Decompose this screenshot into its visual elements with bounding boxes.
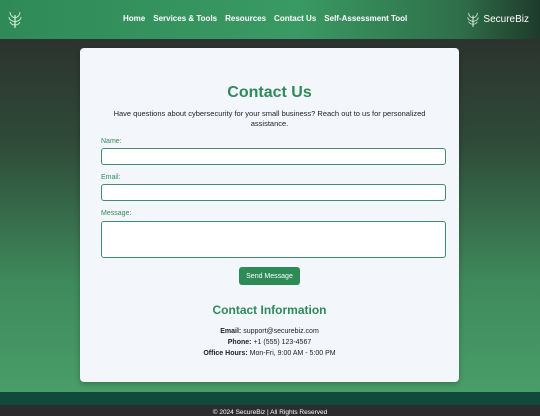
contact-email-value: support@securebiz.com <box>243 328 319 335</box>
page-title: Contact Us <box>227 84 312 101</box>
contact-card: Contact Us Have questions about cybersec… <box>80 48 459 382</box>
nav-link-resources[interactable]: Resources <box>225 14 266 23</box>
brand-leaf-icon <box>467 12 480 27</box>
contact-phone-label: Phone: <box>227 339 252 346</box>
message-label: Message: <box>101 210 132 217</box>
contact-hours-label: Office Hours: <box>203 350 248 357</box>
contact-info-title: Contact Information <box>212 303 327 317</box>
nav-link-services-tools[interactable]: Services & Tools <box>153 14 217 23</box>
contact-phone-value: +1 (555) 123-4567 <box>253 339 312 346</box>
contact-hours-line: Office Hours: Mon-Fri, 9:00 AM - 5:00 PM <box>80 350 459 357</box>
nav-link-home[interactable]: Home <box>123 14 145 23</box>
brand[interactable]: SecureBiz <box>466 10 529 28</box>
brand-name: SecureBiz <box>483 13 529 25</box>
contact-hours-value: Mon-Fri, 9:00 AM - 5:00 PM <box>249 350 336 357</box>
footer: © 2024 SecureBiz | All Rights Reserved <box>0 392 540 416</box>
name-input[interactable] <box>101 148 446 165</box>
contact-email-line: Email: support@securebiz.com <box>80 328 459 335</box>
leaf-logo-icon[interactable] <box>7 9 23 29</box>
footer-copyright: © 2024 SecureBiz | All Rights Reserved <box>212 409 328 416</box>
email-label: Email: <box>101 174 121 181</box>
nav-links: Home Services & Tools Resources Contact … <box>123 14 407 23</box>
name-label: Name: <box>101 138 122 145</box>
nav-link-self-assessment[interactable]: Self-Assessment Tool <box>324 14 407 23</box>
message-textarea[interactable] <box>101 221 446 258</box>
nav-link-contact-us[interactable]: Contact Us <box>274 14 316 23</box>
intro-text: Have questions about cybersecurity for y… <box>113 109 426 128</box>
email-input[interactable] <box>101 184 446 201</box>
navbar: Home Services & Tools Resources Contact … <box>0 0 540 39</box>
contact-phone-line: Phone: +1 (555) 123-4567 <box>80 339 459 346</box>
contact-email-label: Email: <box>220 328 242 335</box>
send-message-button[interactable]: Send Message <box>239 267 300 285</box>
